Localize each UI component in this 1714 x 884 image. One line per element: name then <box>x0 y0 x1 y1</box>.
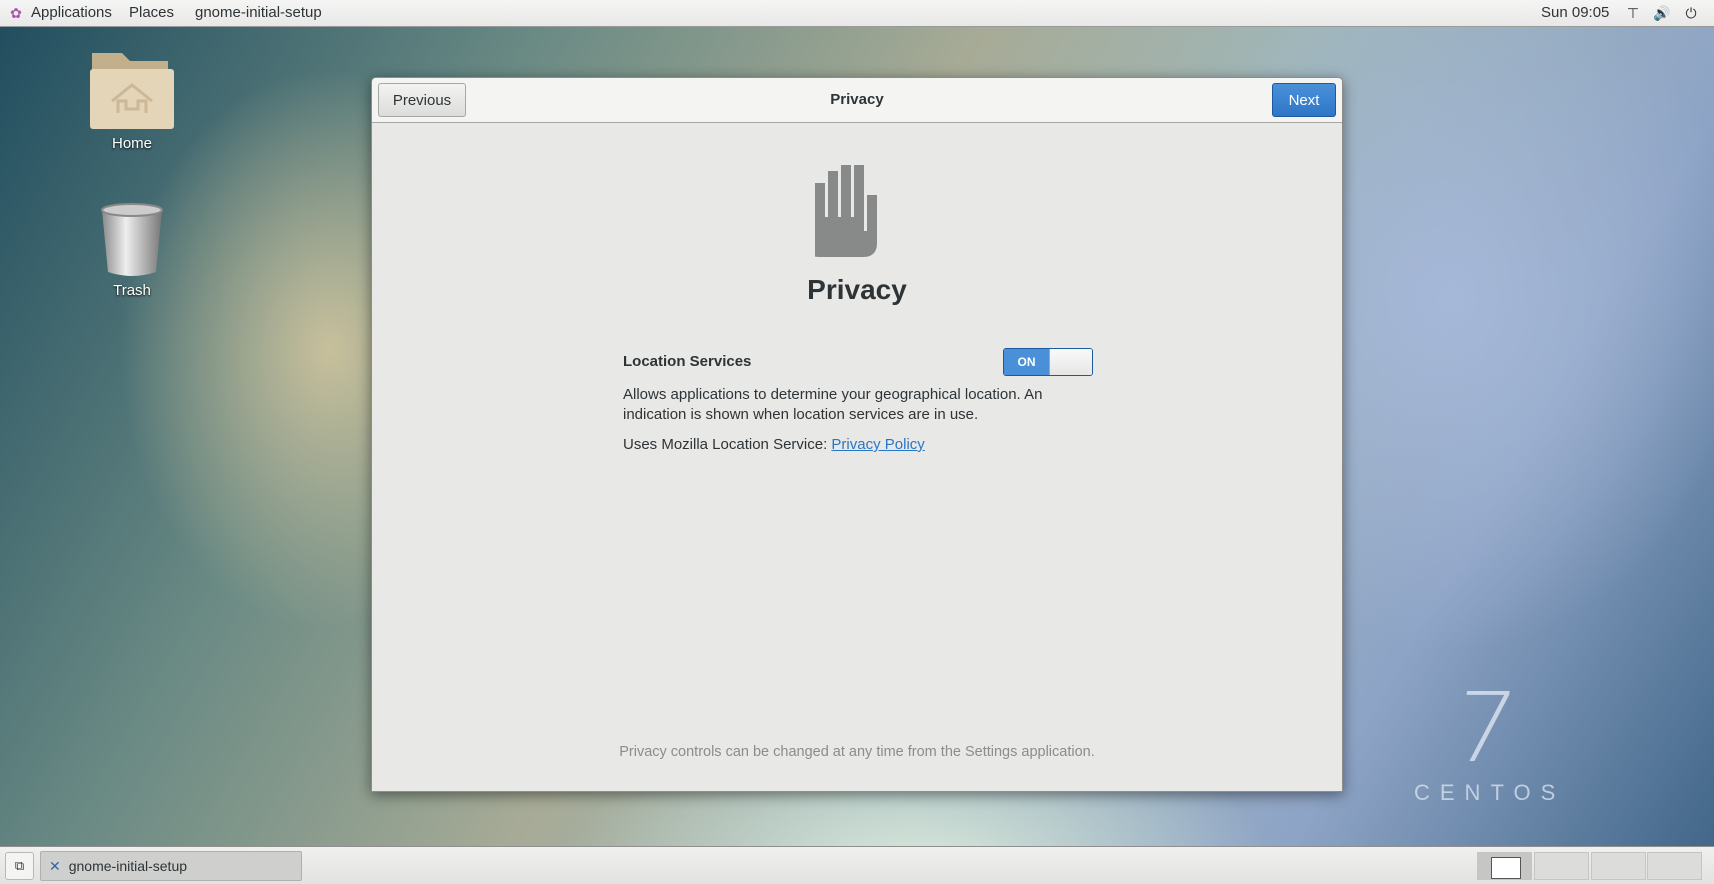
taskbar-window-label: gnome-initial-setup <box>68 858 188 874</box>
taskbar-window-button[interactable]: ✕ gnome-initial-setup <box>40 851 302 881</box>
desktop-trash[interactable]: Trash <box>80 202 184 299</box>
clock[interactable]: Sun 09:05 <box>1541 4 1609 21</box>
next-button[interactable]: Next <box>1272 83 1336 117</box>
network-icon[interactable]: ⊤ <box>1625 5 1641 21</box>
location-services-switch[interactable]: ON <box>1003 348 1093 376</box>
volume-icon[interactable]: 🔊 <box>1653 5 1670 21</box>
app-menu[interactable]: gnome-initial-setup <box>195 4 322 21</box>
switch-state: ON <box>1004 349 1049 375</box>
show-desktop-button[interactable]: ⧉ <box>5 852 34 880</box>
privacy-hand-icon <box>815 165 877 257</box>
setup-tools-icon: ✕ <box>49 857 61 874</box>
location-services-label: Location Services <box>623 353 752 370</box>
window-title: Privacy <box>830 91 884 108</box>
workspace-4[interactable] <box>1647 852 1702 880</box>
workspace-1[interactable] <box>1477 852 1532 880</box>
desktop-home[interactable]: Home <box>80 47 184 152</box>
initial-setup-window: Previous Privacy Next Privacy Location S… <box>371 77 1343 792</box>
top-bar: ✿ Applications Places gnome-initial-setu… <box>0 0 1714 27</box>
uses-text: Uses Mozilla Location Service: <box>623 436 832 453</box>
trash-icon <box>101 203 163 276</box>
places-menu[interactable]: Places <box>129 4 174 21</box>
centos-logo-number: 7 <box>1446 672 1523 784</box>
workspace-3[interactable] <box>1591 852 1646 880</box>
privacy-policy-link[interactable]: Privacy Policy <box>831 436 924 453</box>
footer-note: Privacy controls can be changed at any t… <box>619 744 1095 760</box>
trash-label: Trash <box>113 282 151 299</box>
centos-logo-text: CENTOS <box>1414 780 1566 805</box>
applications-menu[interactable]: Applications <box>31 4 112 21</box>
gnome-foot-icon: ✿ <box>10 5 22 21</box>
home-folder-icon <box>90 53 174 129</box>
show-desktop-icon: ⧉ <box>14 858 25 873</box>
bottom-taskbar: ⧉ ✕ gnome-initial-setup <box>0 846 1714 884</box>
mozilla-service-line: Uses Mozilla Location Service: Privacy P… <box>623 436 925 453</box>
page-heading: Privacy <box>807 274 907 305</box>
location-description: Allows applications to determine your ge… <box>623 386 1043 423</box>
workspace-2[interactable] <box>1534 852 1589 880</box>
switch-knob[interactable] <box>1049 349 1092 375</box>
header-bar: Previous Privacy Next <box>372 78 1342 123</box>
home-label: Home <box>111 135 152 152</box>
power-icon[interactable]: ⏻ <box>1683 5 1699 21</box>
